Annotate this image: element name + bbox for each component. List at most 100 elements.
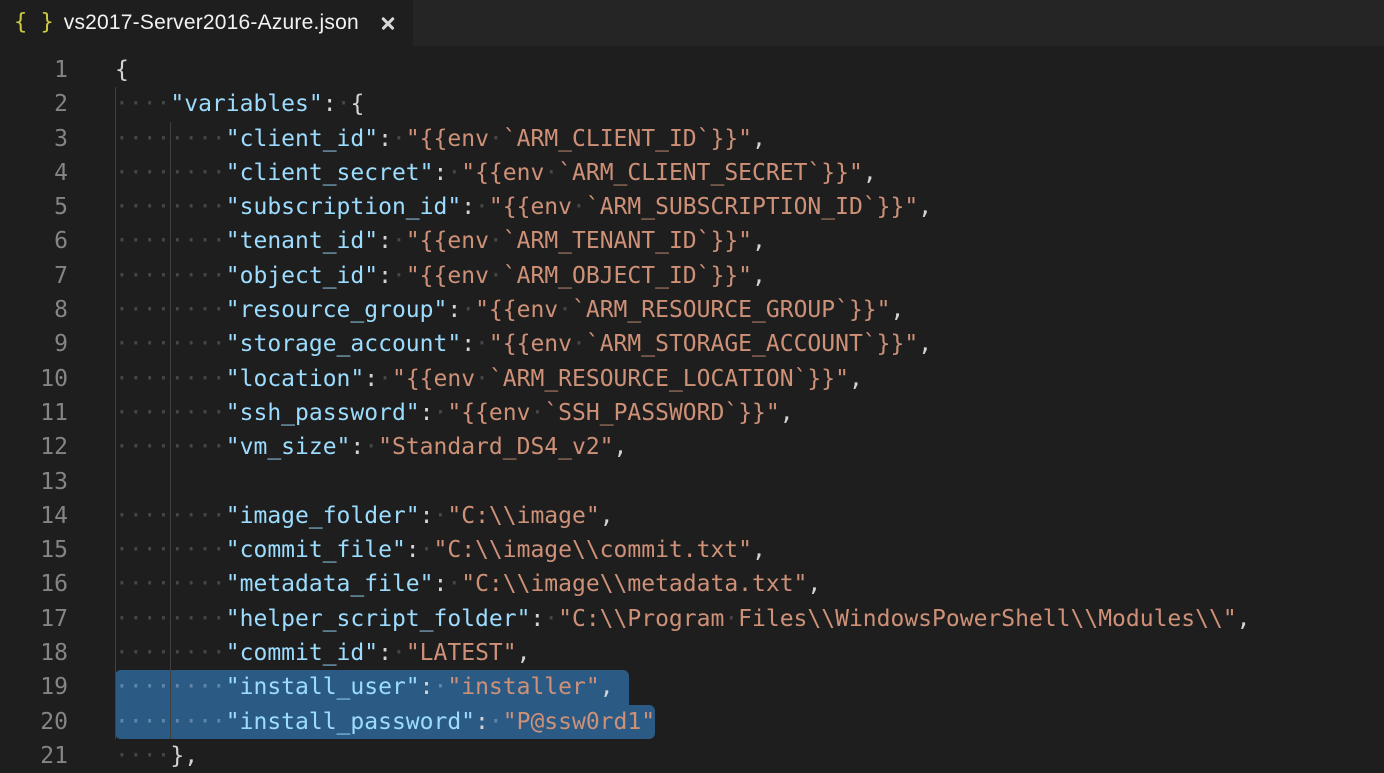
line-number[interactable]: 9 (0, 327, 68, 361)
whitespace-dots: · (447, 571, 461, 597)
whitespace-dots: · (337, 91, 351, 117)
whitespace-dots: · (489, 228, 503, 254)
whitespace-dots: ········ (115, 194, 226, 220)
line-number[interactable]: 11 (0, 396, 68, 430)
code-line[interactable]: 18········"commit_id":·"LATEST", (0, 636, 1384, 670)
token-punctuation: : (434, 571, 448, 597)
line-number[interactable]: 18 (0, 636, 68, 670)
token-punctuation: }, (170, 743, 198, 769)
line-number[interactable]: 14 (0, 499, 68, 533)
whitespace-dots: · (489, 709, 503, 735)
whitespace-dots: · (489, 263, 503, 289)
line-number[interactable]: 13 (0, 465, 68, 499)
code-line[interactable]: 15········"commit_file":·"C:\\image\\com… (0, 533, 1384, 567)
token-string: "LATEST" (406, 640, 517, 666)
token-key: "metadata_file" (226, 571, 434, 597)
token-punctuation: : (461, 331, 475, 357)
token-punctuation: { (350, 91, 364, 117)
whitespace-dots: ········ (115, 503, 226, 529)
code-text: ········"object_id":·"{{env·`ARM_OBJECT_… (115, 263, 766, 289)
token-string: "C:\\image" (447, 503, 599, 529)
line-number[interactable]: 2 (0, 87, 68, 121)
token-punctuation: : (475, 709, 489, 735)
token-key: "commit_file" (226, 537, 406, 563)
token-key: "commit_id" (226, 640, 378, 666)
code-text: ········"ssh_password":·"{{env·`SSH_PASS… (115, 400, 794, 426)
vscode-window: { } vs2017-Server2016-Azure.json 1{2····… (0, 0, 1384, 772)
code-text: ········"client_id":·"{{env·`ARM_CLIENT_… (115, 126, 766, 152)
token-string: "{{env (406, 263, 489, 289)
code-line[interactable]: 10········"location":·"{{env·`ARM_RESOUR… (0, 362, 1384, 396)
code-line[interactable]: 11 ········"ssh_password":·"{{env·`SSH_PA… (0, 396, 1384, 430)
code-line[interactable]: 5 ········"subscription_id":·"{{env·`ARM_… (0, 190, 1384, 224)
token-key: "tenant_id" (226, 228, 378, 254)
code-line[interactable]: 14 ········"image_folder":·"C:\\image", (0, 499, 1384, 533)
token-string: "{{env (489, 194, 572, 220)
whitespace-dots: ···· (115, 91, 170, 117)
line-number[interactable]: 4 (0, 156, 68, 190)
whitespace-dots: ········ (115, 674, 226, 700)
code-line[interactable]: 12········"vm_size":·"Standard_DS4_v2", (0, 430, 1384, 464)
code-text: ········"client_secret":·"{{env·`ARM_CLI… (115, 160, 877, 186)
line-number[interactable]: 10 (0, 362, 68, 396)
code-line[interactable]: 9········"storage_account":·"{{env·`ARM_… (0, 327, 1384, 361)
token-punctuation: , (614, 434, 628, 460)
token-key: "subscription_id" (226, 194, 461, 220)
code-line[interactable]: 4 ········"client_secret":·"{{env·`ARM_CL… (0, 156, 1384, 190)
token-string: `ARM_STORAGE_ACCOUNT`}}" (586, 331, 918, 357)
code-text: ········"install_password":·"P@ssw0rd1" (115, 709, 655, 735)
whitespace-dots: ········ (115, 606, 226, 632)
token-punctuation: , (891, 297, 905, 323)
whitespace-dots: ········ (115, 537, 226, 563)
line-number[interactable]: 15 (0, 533, 68, 567)
code-line[interactable]: 7 ········"object_id":·"{{env·`ARM_OBJECT… (0, 259, 1384, 293)
line-number[interactable]: 12 (0, 430, 68, 464)
code-line[interactable]: 17········"helper_script_folder":·"C:\\P… (0, 602, 1384, 636)
whitespace-dots: ········ (115, 640, 226, 666)
code-editor[interactable]: 1{2····"variables":·{3········"client_id… (0, 46, 1384, 772)
code-line[interactable]: 2····"variables":·{ (0, 87, 1384, 121)
line-number[interactable]: 21 (0, 739, 68, 773)
line-number[interactable]: 5 (0, 190, 68, 224)
token-string: `ARM_CLIENT_ID`}}" (503, 126, 752, 152)
code-line[interactable]: 19 ········"install_user":·"installer", (0, 670, 1384, 704)
token-punctuation: , (849, 366, 863, 392)
line-number[interactable]: 16 (0, 567, 68, 601)
code-line[interactable]: 8········"resource_group":·"{{env·`ARM_R… (0, 293, 1384, 327)
token-string: Files\\WindowsPowerShell\\Modules\\" (738, 606, 1237, 632)
code-line[interactable]: 13 (0, 465, 1384, 499)
token-string: "installer" (447, 674, 599, 700)
line-number[interactable]: 3 (0, 122, 68, 156)
whitespace-dots: ···· (115, 743, 170, 769)
token-key: "storage_account" (226, 331, 461, 357)
token-punctuation: , (752, 263, 766, 289)
line-number[interactable]: 6 (0, 224, 68, 258)
token-punctuation: : (420, 400, 434, 426)
token-string: `ARM_TENANT_ID`}}" (503, 228, 752, 254)
code-text: ········"image_folder":·"C:\\image", (115, 503, 614, 529)
token-punctuation: , (517, 640, 531, 666)
whitespace-dots: · (475, 366, 489, 392)
line-number[interactable]: 20 (0, 705, 68, 739)
whitespace-dots: · (475, 331, 489, 357)
tab-vs2017-server2016-azure-json[interactable]: { } vs2017-Server2016-Azure.json (0, 0, 413, 46)
code-line[interactable]: 21 ····}, (0, 739, 1384, 773)
token-string: "C:\\image\\commit.txt" (434, 537, 753, 563)
line-number[interactable]: 19 (0, 670, 68, 704)
line-number[interactable]: 17 (0, 602, 68, 636)
code-line[interactable]: 6········"tenant_id":·"{{env·`ARM_TENANT… (0, 224, 1384, 258)
code-text: ········"subscription_id":·"{{env·`ARM_S… (115, 194, 932, 220)
line-number[interactable]: 7 (0, 259, 68, 293)
token-key: "install_password" (226, 709, 475, 735)
tab-close-button[interactable] (375, 10, 401, 36)
token-key: "helper_script_folder" (226, 606, 531, 632)
line-number[interactable]: 1 (0, 53, 68, 87)
whitespace-dots: · (434, 674, 448, 700)
line-number[interactable]: 8 (0, 293, 68, 327)
code-line[interactable]: 16········"metadata_file":·"C:\\image\\m… (0, 567, 1384, 601)
code-text: ········"install_user":·"installer", (115, 674, 614, 700)
code-line[interactable]: 20········"install_password":·"P@ssw0rd1… (0, 705, 1384, 739)
code-line[interactable]: 1{ (0, 53, 1384, 87)
code-line[interactable]: 3 ········"client_id":·"{{env·`ARM_CLIENT… (0, 122, 1384, 156)
code-text: ········"storage_account":·"{{env·`ARM_S… (115, 331, 932, 357)
